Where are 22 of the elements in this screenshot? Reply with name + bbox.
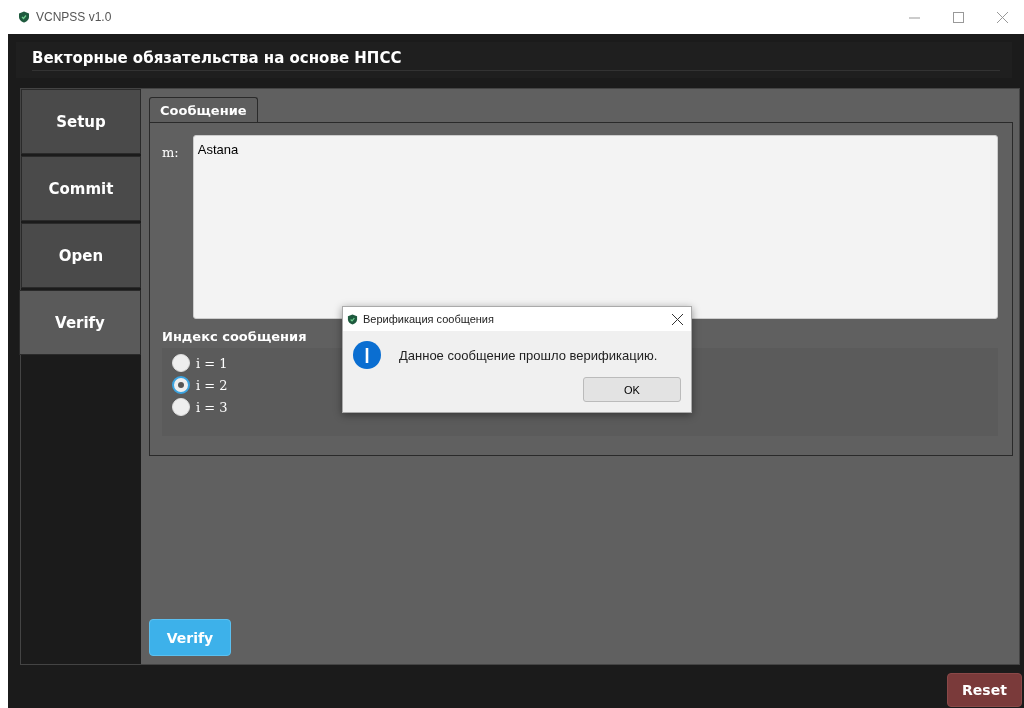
radio-label: i = 3 <box>196 399 228 415</box>
close-icon <box>996 11 1008 23</box>
close-icon <box>671 313 683 325</box>
window-title: VCNPSS v1.0 <box>36 10 113 24</box>
maximize-icon <box>952 11 964 23</box>
nav-button[interactable]: Setup <box>21 89 141 154</box>
reset-button[interactable]: Reset <box>947 673 1022 707</box>
radio-label: i = 2 <box>196 377 228 393</box>
info-icon <box>353 341 381 369</box>
radio-button[interactable] <box>172 376 190 394</box>
tab[interactable]: Сообщение <box>149 97 258 122</box>
nav-button[interactable]: Open <box>21 223 141 288</box>
shield-icon <box>347 313 358 325</box>
dialog-message: Данное сообщение прошло верификацию. <box>399 347 658 363</box>
message-label: m: <box>162 144 179 162</box>
app-heading: Векторные обязательства на основе НПСС <box>32 49 1000 71</box>
ok-button[interactable]: OK <box>583 377 681 402</box>
group-title: Индекс сообщения <box>162 329 308 344</box>
nav-button[interactable]: Verify <box>19 290 141 355</box>
radio-label: i = 1 <box>196 355 228 371</box>
nav-button[interactable]: Commit <box>21 156 141 221</box>
shield-icon <box>18 11 30 23</box>
